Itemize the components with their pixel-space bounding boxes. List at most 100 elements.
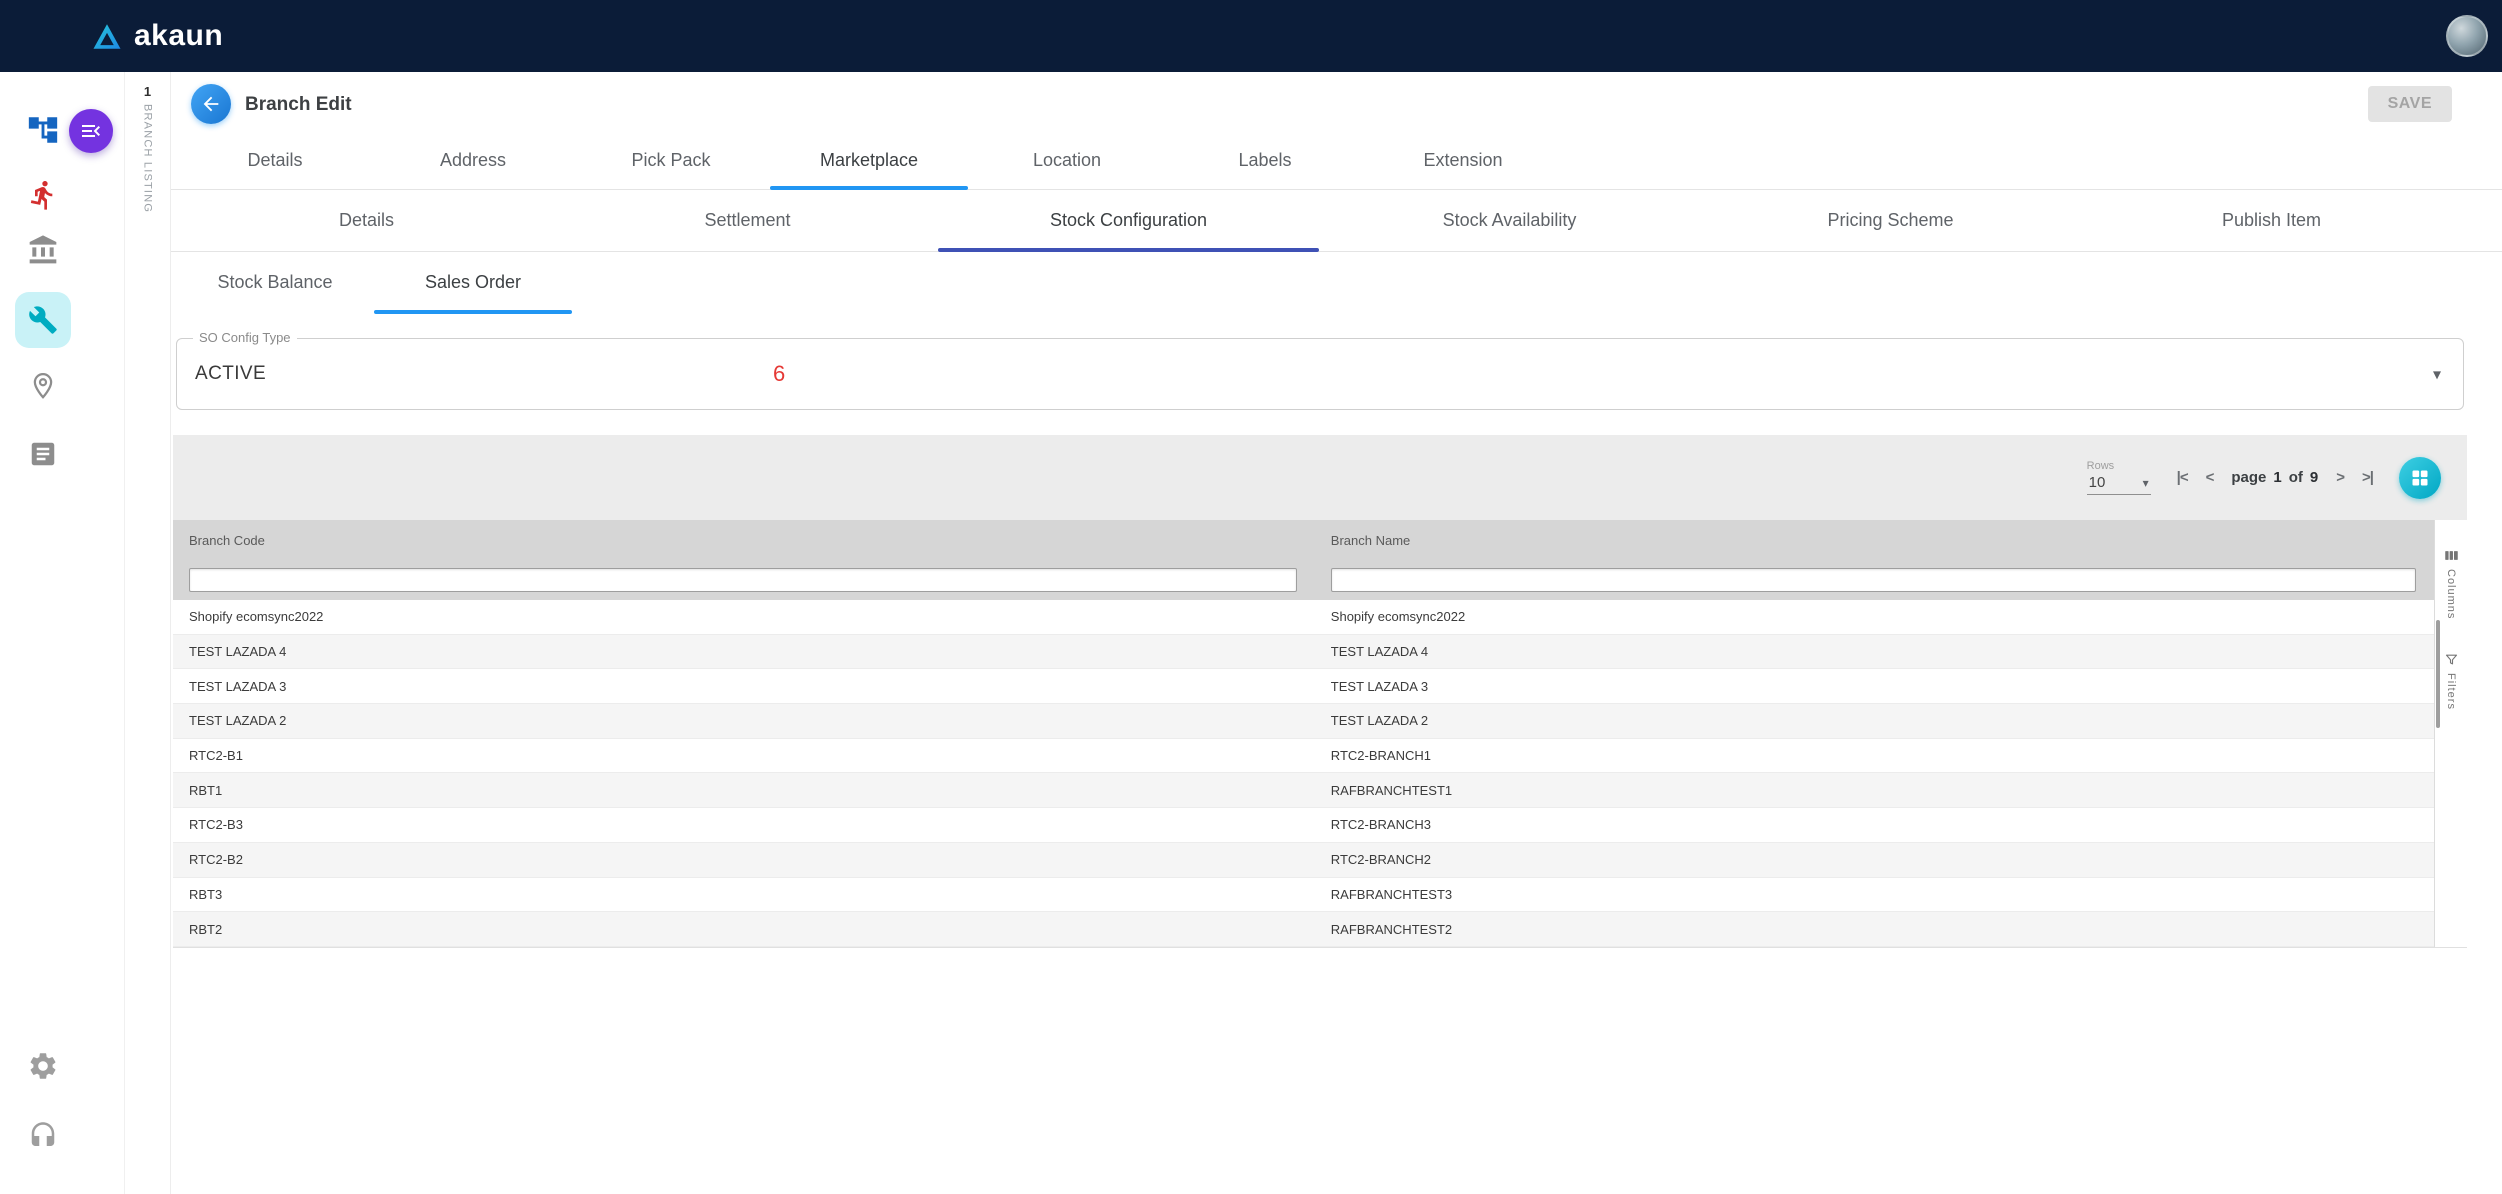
table-row[interactable]: RTC2-B3 RTC2-BRANCH3 [173,808,2434,843]
tab-label: Location [1032,150,1102,170]
first-page-button[interactable]: |< [2177,469,2189,486]
sidebar-toggle-button[interactable] [69,109,113,153]
branch-name-filter-input[interactable] [1330,568,2416,592]
cell-branch-code: Shopify ecomsync2022 [189,609,324,625]
columns-panel-button[interactable]: Columns [2435,548,2467,619]
cell-branch-name: TEST LAZADA 4 [1330,644,1429,660]
cell-branch-name: TEST LAZADA 3 [1330,678,1429,694]
tab-details[interactable]: Details [176,132,374,189]
sidebar [0,72,125,1194]
branch-code-filter-input[interactable] [189,568,1297,592]
tab-stock-balance[interactable]: Stock Balance [176,252,374,313]
wrench-icon [29,306,57,334]
tab-marketplace[interactable]: Marketplace [770,132,968,190]
settings-gear-icon[interactable] [27,1050,59,1082]
rows-label: Rows [2086,460,2115,472]
table-row[interactable]: RBT3 RAFBRANCHTEST3 [173,877,2434,913]
pagination: |< < page 1 of 9 > >| [2177,469,2374,486]
table-row[interactable]: Shopify ecomsync2022 Shopify ecomsync2022 [173,600,2434,635]
menu-open-icon [82,125,100,137]
document-icon[interactable] [28,439,58,469]
table-row[interactable]: RTC2-B2 RTC2-BRANCH2 [173,842,2434,878]
tab-sales-order[interactable]: Sales Order [374,252,572,314]
cell-branch-code: TEST LAZADA 3 [189,678,287,694]
bank-icon[interactable] [27,234,59,266]
tab-settlement[interactable]: Settlement [557,190,938,251]
rows-per-page-select[interactable]: 10 [2086,472,2151,495]
last-page-button[interactable]: >| [2362,469,2374,486]
tab-label: Address [439,150,507,170]
table-filter-row [173,560,2434,600]
so-config-type-value: ACTIVE [195,363,267,384]
page-title: Branch Edit [245,94,352,115]
vertical-tab-number: 1 [143,84,152,99]
table-row[interactable]: RBT1 RAFBRANCHTEST1 [173,773,2434,809]
cell-branch-code: RTC2-B2 [189,852,243,868]
user-avatar[interactable] [2446,15,2488,57]
secondary-tabs: Details Settlement Stock Configuration S… [171,190,2502,252]
cell-branch-code: RBT3 [189,886,223,902]
of-word: of [2288,469,2303,486]
table-side-panel: Columns Filters [2434,520,2467,947]
tab-label: Pick Pack [631,150,711,170]
next-page-button[interactable]: > [2336,469,2345,486]
tab-mp-details[interactable]: Details [176,190,557,251]
table-row[interactable]: TEST LAZADA 3 TEST LAZADA 3 [173,669,2434,705]
wrench-active-item[interactable] [15,292,71,348]
table-row[interactable]: RTC2-B1 RTC2-BRANCH1 [173,738,2434,774]
cell-branch-code: TEST LAZADA 2 [189,713,287,729]
rows-per-page-value: 10 [2088,474,2106,491]
support-headset-icon[interactable] [28,1121,58,1151]
table-header-row: Branch Code Branch Name [173,520,2434,560]
tab-label: Details [247,150,303,170]
column-header-branch-name: Branch Name [1330,532,1411,548]
tab-label: Settlement [704,210,791,230]
tab-stock-availability[interactable]: Stock Availability [1319,190,1700,251]
tab-label: Stock Configuration [1049,210,1208,230]
activity-icon[interactable] [27,179,59,211]
cell-branch-name: RTC2-BRANCH1 [1330,748,1431,764]
so-config-type-label: SO Config Type [193,330,297,345]
current-page: 1 [2273,469,2282,486]
tab-label: Extension [1423,150,1503,170]
brand-triangle-icon [93,23,121,49]
column-header-branch-code: Branch Code [189,532,265,548]
tab-publish-item[interactable]: Publish Item [2081,190,2462,251]
tab-location[interactable]: Location [968,132,1166,189]
rows-per-page-widget: Rows 10 [2086,460,2151,495]
tab-address[interactable]: Address [374,132,572,189]
active-tab-indicator [374,310,572,314]
tab-label: Pricing Scheme [1827,210,1954,230]
brand-name: akaun [134,19,224,52]
so-config-type-select[interactable]: SO Config Type ACTIVE 6 [176,330,2464,410]
cell-branch-name: Shopify ecomsync2022 [1330,609,1466,625]
cell-branch-name: RTC2-BRANCH3 [1330,817,1431,833]
tab-label: Labels [1238,150,1292,170]
back-button[interactable] [191,84,231,124]
save-button[interactable]: SAVE [2367,86,2452,122]
filter-cell-branch-name [1315,568,2434,592]
cell-branch-name: TEST LAZADA 2 [1330,713,1429,729]
tab-extension[interactable]: Extension [1364,132,1562,189]
tab-pick-pack[interactable]: Pick Pack [572,132,770,189]
main-content: Branch Edit SAVE Details Address Pick Pa… [171,72,2502,1194]
prev-page-button[interactable]: < [2206,469,2215,486]
table-row[interactable]: TEST LAZADA 2 TEST LAZADA 2 [173,704,2434,739]
columns-icon [2444,551,2458,560]
filters-panel-button[interactable]: Filters [2435,652,2467,710]
tertiary-tabs: Stock Balance Sales Order [171,252,2502,314]
caret-down-icon [2143,476,2149,490]
tab-stock-configuration[interactable]: Stock Configuration [938,190,1319,252]
location-pin-icon[interactable] [28,371,58,401]
vertical-tab-branch-listing[interactable]: 1 BRANCH LISTING [125,72,171,1194]
primary-tabs: Details Address Pick Pack Marketplace Lo… [171,132,2502,190]
tab-labels[interactable]: Labels [1166,132,1364,189]
hierarchy-icon[interactable] [26,113,60,147]
brand-logo: akaun [92,19,223,53]
filter-cell-branch-code [173,568,1315,592]
tab-label: Sales Order [424,272,522,292]
tab-pricing-scheme[interactable]: Pricing Scheme [1700,190,2081,251]
table-row[interactable]: TEST LAZADA 4 TEST LAZADA 4 [173,634,2434,670]
grid-view-button[interactable] [2399,456,2441,499]
table-row[interactable]: RBT2 RAFBRANCHTEST2 [173,912,2434,947]
